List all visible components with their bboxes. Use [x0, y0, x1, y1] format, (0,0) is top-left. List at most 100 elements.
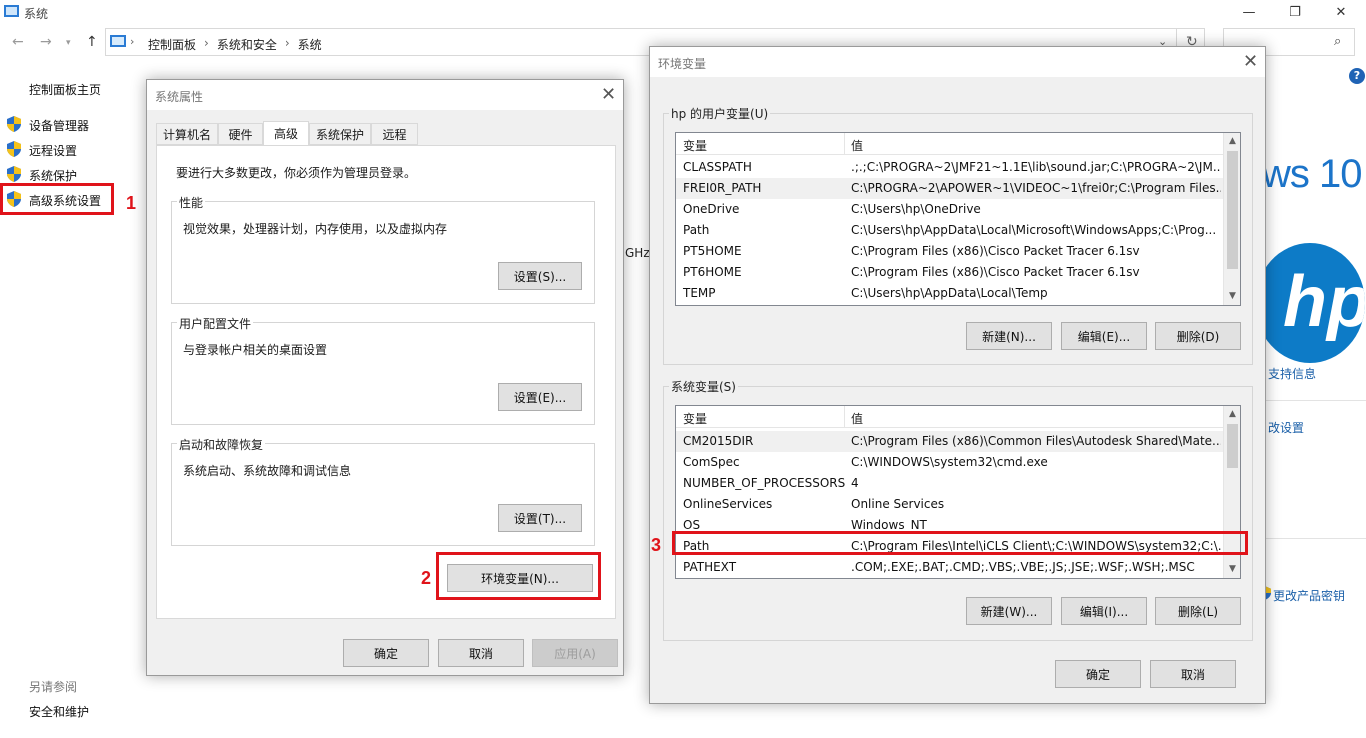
- group-label-startup-recovery: 启动和故障恢复: [177, 436, 266, 453]
- user-edit-button[interactable]: 编辑(E)...: [1061, 322, 1147, 350]
- table-row[interactable]: OnlineServices Online Services: [676, 494, 1224, 515]
- environment-variables-dialog: 环境变量 ✕ hp 的用户变量(U) 变量 值 CLASSPATH .;.;C:\…: [649, 46, 1266, 704]
- breadcrumb-separator: ›: [284, 36, 290, 50]
- user-variables-label: hp 的用户变量(U): [669, 105, 771, 122]
- shield-icon: [7, 116, 21, 132]
- breadcrumb-separator: ›: [204, 36, 209, 50]
- tab-strip: 计算机名 硬件 高级 系统保护 远程: [156, 121, 616, 145]
- control-panel-home-link[interactable]: 控制面板主页: [29, 81, 101, 98]
- table-row[interactable]: CM2015DIR C:\Program Files (x86)\Common F…: [676, 431, 1224, 452]
- breadcrumb-item-system-security[interactable]: 系统和安全: [217, 36, 277, 53]
- table-row[interactable]: TEMP C:\Users\hp\AppData\Local\Temp: [676, 283, 1224, 304]
- scroll-down-icon[interactable]: ▼: [1224, 561, 1241, 578]
- vertical-scrollbar[interactable]: ▲ ▼: [1223, 133, 1240, 305]
- scroll-thumb[interactable]: [1227, 151, 1238, 269]
- see-also-title: 另请参阅: [29, 680, 78, 694]
- column-header-variable[interactable]: 变量: [683, 410, 707, 427]
- table-row[interactable]: CLASSPATH .;.;C:\PROGRA~2\JMF21~1.1E\lib\…: [676, 157, 1224, 178]
- window-title: 系统: [24, 7, 49, 21]
- scroll-down-icon[interactable]: ▼: [1224, 288, 1241, 305]
- tab-advanced[interactable]: 高级: [263, 121, 309, 145]
- user-new-button[interactable]: 新建(N)...: [966, 322, 1052, 350]
- startup-recovery-settings-button[interactable]: 设置(T)...: [498, 504, 582, 532]
- back-arrow-icon[interactable]: ←: [12, 34, 24, 50]
- table-row[interactable]: ComSpec C:\WINDOWS\system32\cmd.exe: [676, 452, 1224, 473]
- cpu-speed-fragment: GHz: [625, 246, 650, 260]
- dialog-title: 环境变量: [658, 57, 707, 71]
- change-settings-link[interactable]: 改设置: [1268, 419, 1304, 436]
- system-edit-button[interactable]: 编辑(I)...: [1061, 597, 1147, 625]
- title-bar: 系统 — ❐ ✕: [0, 0, 1366, 26]
- security-maintenance-link[interactable]: 安全和维护: [29, 703, 89, 720]
- hp-logo-text: hp: [1283, 262, 1365, 342]
- close-icon[interactable]: ✕: [601, 84, 616, 105]
- dialog-title-bar: 系统属性 ✕: [147, 80, 623, 110]
- close-icon[interactable]: ✕: [1243, 51, 1258, 72]
- admin-note: 要进行大多数更改，你必须作为管理员登录。: [176, 166, 417, 180]
- apply-button: 应用(A): [532, 639, 618, 667]
- table-row[interactable]: PT6HOME C:\Program Files (x86)\Cisco Pack…: [676, 262, 1224, 283]
- sidebar-item-system-protection[interactable]: 系统保护: [29, 167, 77, 184]
- shield-icon: [7, 141, 21, 157]
- control-panel-icon: [110, 35, 126, 47]
- search-icon: ⌕: [1334, 34, 1342, 49]
- table-row[interactable]: PT5HOME C:\Program Files (x86)\Cisco Pack…: [676, 241, 1224, 262]
- divider: [1266, 538, 1366, 539]
- column-divider: [844, 406, 845, 428]
- table-row[interactable]: NUMBER_OF_PROCESSORS 4: [676, 473, 1224, 494]
- scroll-up-icon[interactable]: ▲: [1224, 406, 1241, 423]
- list-header: 变量 值: [676, 133, 1224, 155]
- tab-computer-name[interactable]: 计算机名: [156, 123, 218, 145]
- table-row[interactable]: OneDrive C:\Users\hp\OneDrive: [676, 199, 1224, 220]
- sidebar-item-device-manager[interactable]: 设备管理器: [29, 117, 89, 134]
- highlight-box-env-button: [436, 552, 601, 600]
- shield-icon: [7, 166, 21, 182]
- cancel-button[interactable]: 取消: [438, 639, 524, 667]
- breadcrumb-item-system[interactable]: 系统: [298, 36, 322, 53]
- user-profiles-description: 与登录帐户相关的桌面设置: [183, 343, 328, 357]
- up-arrow-icon[interactable]: ↑: [86, 34, 98, 50]
- hp-logo: hp: [1255, 243, 1365, 363]
- tab-hardware[interactable]: 硬件: [218, 123, 263, 145]
- dialog-title-bar: 环境变量 ✕: [650, 47, 1265, 77]
- sidebar-item-remote-settings[interactable]: 远程设置: [29, 142, 77, 159]
- group-label-performance: 性能: [177, 194, 206, 211]
- column-header-value[interactable]: 值: [851, 137, 863, 154]
- startup-recovery-description: 系统启动、系统故障和调试信息: [183, 464, 352, 478]
- help-icon[interactable]: ?: [1349, 68, 1365, 84]
- table-row[interactable]: PATHEXT .COM;.EXE;.BAT;.CMD;.VBS;.VBE;.JS…: [676, 557, 1224, 578]
- recent-dropdown-icon[interactable]: ▾: [66, 38, 71, 48]
- user-delete-button[interactable]: 删除(D): [1155, 322, 1241, 350]
- change-product-key-link[interactable]: 更改产品密钥: [1273, 587, 1345, 604]
- support-info-link[interactable]: 支持信息: [1268, 365, 1316, 382]
- close-button[interactable]: ✕: [1318, 0, 1364, 24]
- scroll-thumb[interactable]: [1227, 424, 1238, 468]
- ok-button[interactable]: 确定: [1055, 660, 1141, 688]
- minimize-button[interactable]: —: [1226, 0, 1272, 24]
- user-variables-list[interactable]: 变量 值 CLASSPATH .;.;C:\PROGRA~2\JMF21~1.1E…: [675, 132, 1241, 306]
- annotation-3: 3: [651, 535, 662, 555]
- tab-system-protection[interactable]: 系统保护: [309, 123, 371, 145]
- highlight-box-path-row: [672, 531, 1248, 555]
- left-pane: 控制面板主页 设备管理器 远程设置 系统保护 高级系统设置 1 另请参阅 安全和…: [0, 75, 145, 735]
- performance-settings-button[interactable]: 设置(S)...: [498, 262, 582, 290]
- column-header-variable[interactable]: 变量: [683, 137, 707, 154]
- windows-logo: ws 10: [1262, 152, 1362, 196]
- system-new-button[interactable]: 新建(W)...: [966, 597, 1052, 625]
- tab-panel-advanced: 要进行大多数更改，你必须作为管理员登录。 性能 视觉效果，处理器计划，内存使用，…: [156, 145, 616, 619]
- breadcrumb-sep-icon: ›: [130, 35, 135, 48]
- system-delete-button[interactable]: 删除(L): [1155, 597, 1241, 625]
- scroll-up-icon[interactable]: ▲: [1224, 133, 1241, 150]
- maximize-button[interactable]: ❐: [1272, 0, 1318, 24]
- column-header-value[interactable]: 值: [851, 410, 863, 427]
- cancel-button[interactable]: 取消: [1150, 660, 1236, 688]
- forward-arrow-icon[interactable]: →: [40, 34, 52, 50]
- column-divider: [844, 133, 845, 155]
- ok-button[interactable]: 确定: [343, 639, 429, 667]
- table-row[interactable]: Path C:\Users\hp\AppData\Local\Microsoft\…: [676, 220, 1224, 241]
- user-profiles-settings-button[interactable]: 设置(E)...: [498, 383, 582, 411]
- computer-icon: [4, 5, 19, 17]
- tab-remote[interactable]: 远程: [371, 123, 418, 145]
- breadcrumb-item-control-panel[interactable]: 控制面板: [148, 36, 196, 53]
- table-row[interactable]: FREI0R_PATH C:\PROGRA~2\APOWER~1\VIDEOC~1…: [676, 178, 1224, 199]
